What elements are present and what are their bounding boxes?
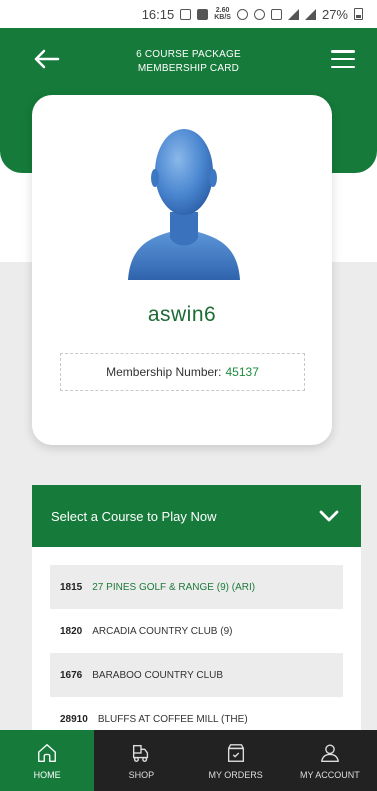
bottom-nav: HOME SHOP MY ORDERS MY ACCOUNT: [0, 730, 377, 791]
page-title-line2: MEMBERSHIP CARD: [137, 63, 240, 74]
username: aswin6: [147, 303, 217, 326]
nav-label: HOME: [33, 769, 61, 780]
course-item[interactable]: 28910 BLUFFS AT COFFEE MILL (THE): [50, 697, 343, 730]
alarm-icon: [236, 8, 248, 20]
menu-button[interactable]: [331, 50, 355, 68]
chevron-down-icon: [319, 510, 339, 522]
membership-number-box: Membership Number: 45137: [60, 353, 305, 391]
hamburger-icon-bar: [331, 65, 355, 68]
status-bar: 16:15 2.60 KB/S 27%: [0, 0, 377, 28]
nav-label: SHOP: [128, 769, 155, 780]
page-title-line1: 6 COURSE PACKAGE: [136, 49, 241, 60]
hamburger-icon-bar: [331, 50, 355, 53]
course-name: ARCADIA COUNTRY CLUB (9): [92, 625, 233, 637]
battery-icon: [354, 8, 363, 20]
net-speed: 2.60 KB/S: [214, 7, 231, 21]
course-id: 1815: [60, 581, 83, 593]
course-name: BLUFFS AT COFFEE MILL (THE): [97, 713, 248, 725]
orders-box-icon: [227, 743, 244, 762]
course-select-dropdown[interactable]: Select a Course to Play Now: [32, 485, 361, 547]
profile-card: aswin6 Membership Number: 45137: [32, 95, 332, 445]
nav-my-orders[interactable]: MY ORDERS: [189, 730, 283, 791]
home-icon: [38, 743, 57, 762]
course-item[interactable]: 1676 BARABOO COUNTRY CLUB: [50, 653, 343, 697]
course-id: 1820: [60, 625, 83, 637]
battery-percent: 27%: [321, 6, 348, 22]
signal-icon: [287, 8, 299, 20]
nav-label: MY ACCOUNT: [299, 769, 360, 780]
signal-icon-2: [304, 8, 316, 20]
course-item[interactable]: 1815 27 PINES GOLF & RANGE (9) (ARI): [50, 565, 343, 609]
course-list: 1815 27 PINES GOLF & RANGE (9) (ARI) 182…: [32, 547, 361, 730]
user-icon: [320, 744, 339, 762]
volte-icon: [270, 8, 282, 20]
hamburger-icon-bar: [331, 57, 355, 61]
course-item[interactable]: 1820 ARCADIA COUNTRY CLUB (9): [50, 609, 343, 653]
course-id: 1676: [60, 669, 83, 681]
page-title: 6 COURSE PACKAGE MEMBERSHIP CARD: [0, 48, 377, 76]
membership-number: 45137: [225, 365, 259, 379]
hotspot-icon: [253, 8, 265, 20]
membership-label: Membership Number:: [106, 365, 222, 379]
instagram-icon: [180, 8, 192, 20]
nav-shop[interactable]: SHOP: [94, 730, 188, 791]
course-name: 27 PINES GOLF & RANGE (9) (ARI): [92, 581, 256, 593]
course-name: BARABOO COUNTRY CLUB: [92, 669, 224, 681]
delivery-icon: [133, 744, 149, 762]
course-id: 28910: [60, 713, 88, 725]
course-select-label: Select a Course to Play Now: [51, 508, 217, 524]
gallery-icon: [197, 8, 209, 20]
avatar-icon: [128, 129, 240, 280]
nav-home[interactable]: HOME: [0, 730, 95, 791]
nav-label: MY ORDERS: [208, 769, 263, 780]
nav-my-account[interactable]: MY ACCOUNT: [283, 730, 377, 791]
status-time: 16:15: [141, 6, 175, 22]
